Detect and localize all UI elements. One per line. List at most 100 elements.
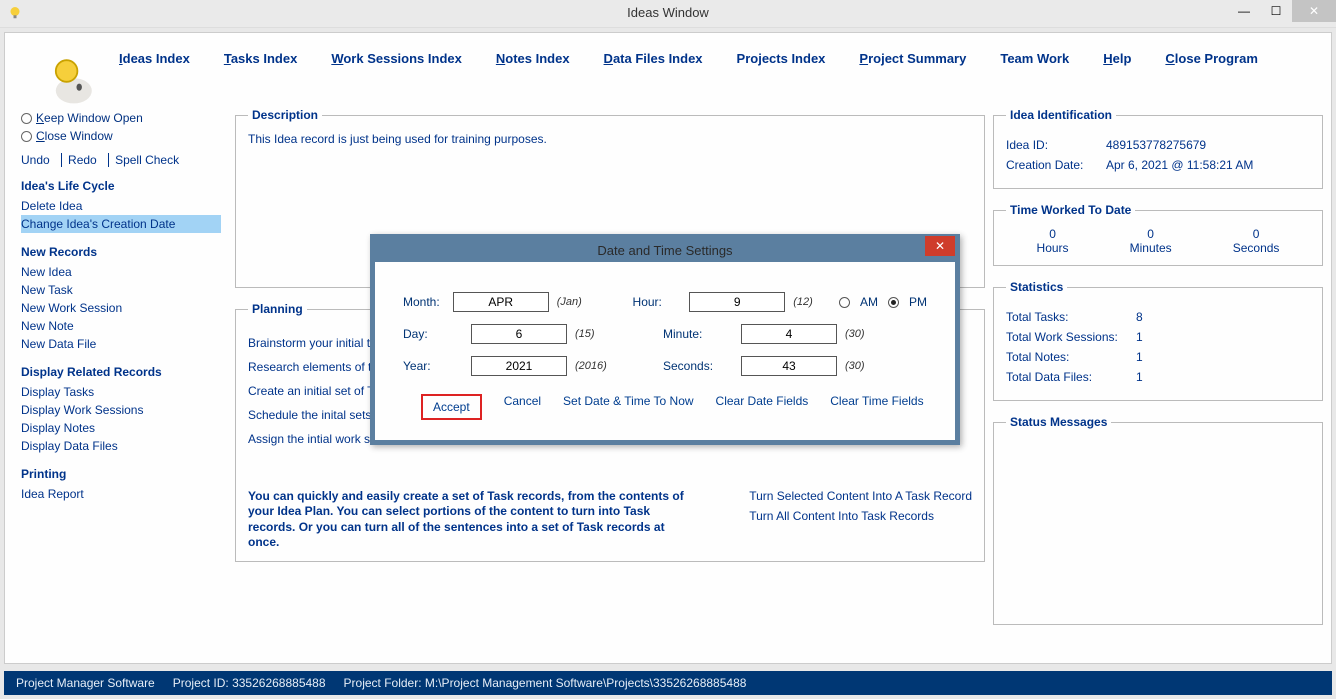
new-records-header: New Records bbox=[21, 245, 221, 259]
hours-label: Hours bbox=[1037, 241, 1069, 255]
seconds-hint: (30) bbox=[845, 360, 885, 372]
set-now-button[interactable]: Set Date & Time To Now bbox=[563, 394, 694, 420]
new-task-link[interactable]: New Task bbox=[21, 281, 221, 299]
life-cycle-header: Idea's Life Cycle bbox=[21, 179, 221, 193]
menu-ideas-index[interactable]: Ideas Index bbox=[119, 51, 190, 66]
am-radio[interactable] bbox=[839, 297, 850, 308]
seconds-value: 0 bbox=[1233, 227, 1280, 241]
display-data-files-link[interactable]: Display Data Files bbox=[21, 437, 221, 455]
seconds-label: Seconds bbox=[1233, 241, 1280, 255]
dialog-title: Date and Time Settings bbox=[597, 243, 732, 258]
planning-legend: Planning bbox=[248, 302, 307, 316]
date-time-dialog: Date and Time Settings ✕ Month: (Jan) Ho… bbox=[370, 234, 960, 445]
undo-link[interactable]: Undo bbox=[21, 153, 54, 167]
total-df-label: Total Data Files: bbox=[1006, 370, 1136, 384]
idea-identification-box: Idea Identification Idea ID: 48915377827… bbox=[993, 108, 1323, 189]
status-project-id: Project ID: 33526268885488 bbox=[173, 676, 326, 690]
total-ws-label: Total Work Sessions: bbox=[1006, 330, 1136, 344]
day-input[interactable] bbox=[471, 324, 567, 344]
dialog-close-button[interactable]: ✕ bbox=[925, 236, 955, 256]
hour-hint: (12) bbox=[793, 296, 821, 308]
display-notes-link[interactable]: Display Notes bbox=[21, 419, 221, 437]
menu-projects-index[interactable]: Projects Index bbox=[737, 51, 826, 66]
maximize-button[interactable]: ☐ bbox=[1260, 0, 1292, 22]
right-panel: Idea Identification Idea ID: 48915377827… bbox=[993, 108, 1323, 639]
year-label: Year: bbox=[403, 359, 463, 373]
day-hint: (15) bbox=[575, 328, 615, 340]
turn-all-link[interactable]: Turn All Content Into Task Records bbox=[749, 509, 972, 523]
statistics-legend: Statistics bbox=[1006, 280, 1067, 294]
seconds-input[interactable] bbox=[741, 356, 837, 376]
month-label: Month: bbox=[403, 295, 445, 309]
menu-notes-index[interactable]: Notes Index bbox=[496, 51, 570, 66]
total-df-value: 1 bbox=[1136, 370, 1143, 384]
app-icon bbox=[6, 4, 24, 22]
hour-label: Hour: bbox=[633, 295, 682, 309]
menu-bar: Ideas Index Tasks Index Work Sessions In… bbox=[5, 33, 1331, 78]
status-messages-legend: Status Messages bbox=[1006, 415, 1111, 429]
display-tasks-link[interactable]: Display Tasks bbox=[21, 383, 221, 401]
menu-data-files-index[interactable]: Data Files Index bbox=[604, 51, 703, 66]
minute-input[interactable] bbox=[741, 324, 837, 344]
keep-window-open-radio[interactable]: Keep Window Open bbox=[21, 111, 221, 125]
menu-tasks-index[interactable]: Tasks Index bbox=[224, 51, 297, 66]
minimize-button[interactable]: — bbox=[1228, 0, 1260, 22]
planning-tip: You can quickly and easily create a set … bbox=[248, 489, 688, 551]
menu-project-summary[interactable]: Project Summary bbox=[859, 51, 966, 66]
edit-links: Undo Redo Spell Check bbox=[21, 153, 221, 167]
pm-label: PM bbox=[909, 295, 927, 309]
menu-help[interactable]: Help bbox=[1103, 51, 1131, 66]
window-title: Ideas Window bbox=[627, 5, 709, 20]
total-ws-value: 1 bbox=[1136, 330, 1143, 344]
menu-close-program[interactable]: Close Program bbox=[1165, 51, 1257, 66]
hour-input[interactable] bbox=[689, 292, 785, 312]
year-input[interactable] bbox=[471, 356, 567, 376]
total-notes-label: Total Notes: bbox=[1006, 350, 1136, 364]
total-tasks-label: Total Tasks: bbox=[1006, 310, 1136, 324]
total-tasks-value: 8 bbox=[1136, 310, 1143, 324]
change-creation-date-link[interactable]: Change Idea's Creation Date bbox=[21, 215, 221, 233]
idea-id-label: Idea ID: bbox=[1006, 138, 1106, 152]
new-note-link[interactable]: New Note bbox=[21, 317, 221, 335]
new-work-session-link[interactable]: New Work Session bbox=[21, 299, 221, 317]
accept-button[interactable]: Accept bbox=[421, 394, 482, 420]
turn-selected-link[interactable]: Turn Selected Content Into A Task Record bbox=[749, 489, 972, 503]
month-hint: (Jan) bbox=[557, 296, 585, 308]
display-work-sessions-link[interactable]: Display Work Sessions bbox=[21, 401, 221, 419]
creation-date-value: Apr 6, 2021 @ 11:58:21 AM bbox=[1106, 158, 1253, 172]
new-data-file-link[interactable]: New Data File bbox=[21, 335, 221, 353]
printing-header: Printing bbox=[21, 467, 221, 481]
idea-ident-legend: Idea Identification bbox=[1006, 108, 1116, 122]
time-worked-legend: Time Worked To Date bbox=[1006, 203, 1135, 217]
time-worked-box: Time Worked To Date 0 Hours 0 Minutes 0 … bbox=[993, 203, 1323, 266]
minutes-value: 0 bbox=[1130, 227, 1172, 241]
month-input[interactable] bbox=[453, 292, 549, 312]
status-app-name: Project Manager Software bbox=[16, 676, 155, 690]
pm-radio[interactable] bbox=[888, 297, 899, 308]
menu-work-sessions-index[interactable]: Work Sessions Index bbox=[331, 51, 462, 66]
statistics-box: Statistics Total Tasks: 8 Total Work Ses… bbox=[993, 280, 1323, 401]
close-window-radio[interactable]: Close Window bbox=[21, 129, 221, 143]
redo-link[interactable]: Redo bbox=[61, 153, 101, 167]
cancel-button[interactable]: Cancel bbox=[504, 394, 541, 420]
idea-report-link[interactable]: Idea Report bbox=[21, 485, 221, 503]
hours-value: 0 bbox=[1037, 227, 1069, 241]
am-label: AM bbox=[860, 295, 878, 309]
window-close-button[interactable]: ✕ bbox=[1292, 0, 1336, 22]
display-related-header: Display Related Records bbox=[21, 365, 221, 379]
seconds-label2: Seconds: bbox=[663, 359, 733, 373]
window-title-bar: Ideas Window — ☐ ✕ bbox=[0, 0, 1336, 28]
year-hint: (2016) bbox=[575, 360, 615, 372]
menu-team-work[interactable]: Team Work bbox=[1000, 51, 1069, 66]
clear-time-button[interactable]: Clear Time Fields bbox=[830, 394, 923, 420]
delete-idea-link[interactable]: Delete Idea bbox=[21, 197, 221, 215]
description-text[interactable]: This Idea record is just being used for … bbox=[248, 132, 972, 146]
minutes-label: Minutes bbox=[1130, 241, 1172, 255]
day-label: Day: bbox=[403, 327, 463, 341]
minute-label: Minute: bbox=[663, 327, 733, 341]
status-project-folder: Project Folder: M:\Project Management So… bbox=[344, 676, 747, 690]
clear-date-button[interactable]: Clear Date Fields bbox=[716, 394, 809, 420]
spellcheck-link[interactable]: Spell Check bbox=[108, 153, 183, 167]
new-idea-link[interactable]: New Idea bbox=[21, 263, 221, 281]
status-messages-box: Status Messages bbox=[993, 415, 1323, 625]
